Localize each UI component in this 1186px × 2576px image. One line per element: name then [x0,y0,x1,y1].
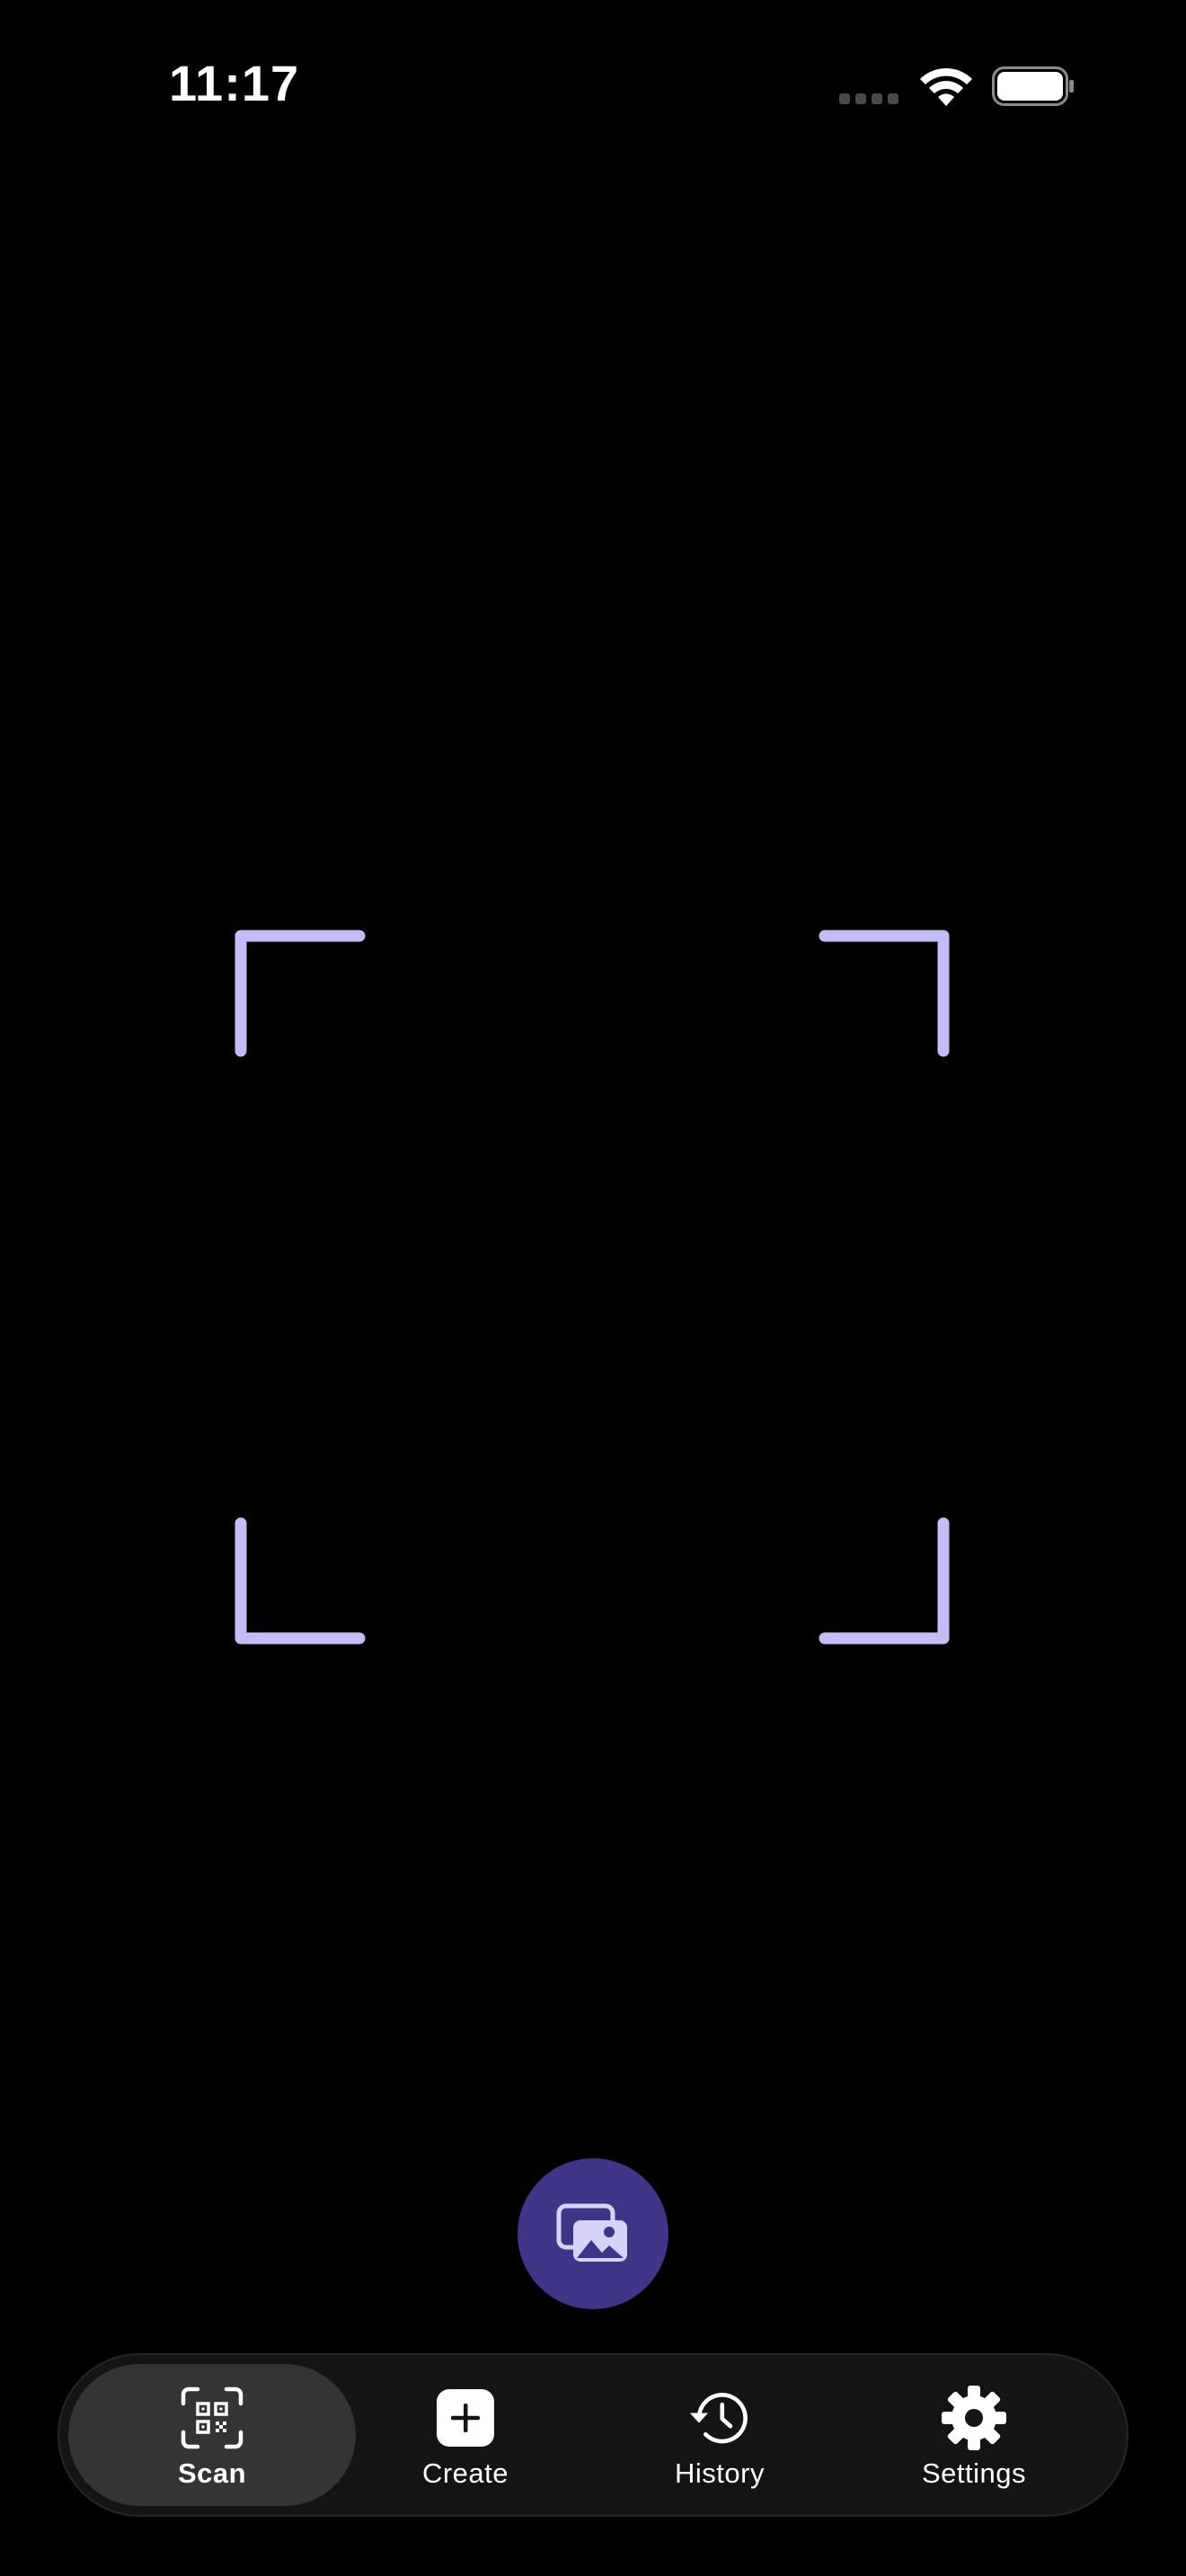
viewfinder-corner-top-left [235,930,366,1057]
tab-label: History [675,2457,765,2489]
tab-label: Create [421,2457,509,2489]
viewfinder-corner-top-right [819,930,950,1057]
gallery-button[interactable] [518,2158,668,2309]
viewfinder-corner-bottom-left [235,1517,366,1645]
gear-icon [942,2386,1006,2450]
cellular-signal-icon [839,93,898,104]
scan-viewfinder [232,927,952,1647]
tab-scan[interactable]: Scan [68,2364,356,2506]
plus-square-icon [433,2386,498,2450]
tab-label: Scan [177,2457,247,2489]
tab-settings[interactable]: Settings [830,2364,1118,2506]
tab-history[interactable]: History [576,2364,863,2506]
status-time: 11:17 [169,55,300,111]
photo-library-icon [556,2203,627,2262]
tab-label: Settings [921,2457,1026,2489]
wifi-icon [920,67,972,106]
history-clock-icon [687,2386,752,2450]
status-bar: 11:17 [0,0,1186,171]
battery-icon [992,66,1074,106]
bottom-tab-bar: Scan Create History Settings [58,2353,1128,2517]
qr-scan-icon [180,2386,244,2450]
tab-create[interactable]: Create [322,2364,609,2506]
viewfinder-corner-bottom-right [819,1517,950,1645]
